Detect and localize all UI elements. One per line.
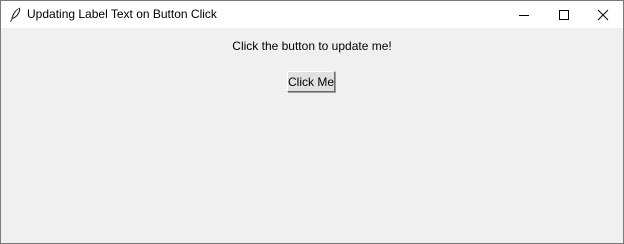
window-title: Updating Label Text on Button Click [27, 7, 217, 21]
minimize-button[interactable] [504, 1, 544, 28]
status-label: Click the button to update me! [232, 39, 392, 53]
maximize-button[interactable] [544, 1, 584, 28]
minimize-icon [519, 15, 529, 16]
window-content: Click the button to update me! Click Me [1, 28, 623, 243]
click-me-button[interactable]: Click Me [287, 71, 335, 92]
title-bar[interactable]: Updating Label Text on Button Click [1, 1, 623, 28]
maximize-icon [559, 10, 569, 20]
close-icon [597, 9, 609, 21]
app-window: Updating Label Text on Button Click Clic… [0, 0, 624, 244]
close-button[interactable] [583, 1, 623, 28]
feather-icon [9, 7, 21, 22]
